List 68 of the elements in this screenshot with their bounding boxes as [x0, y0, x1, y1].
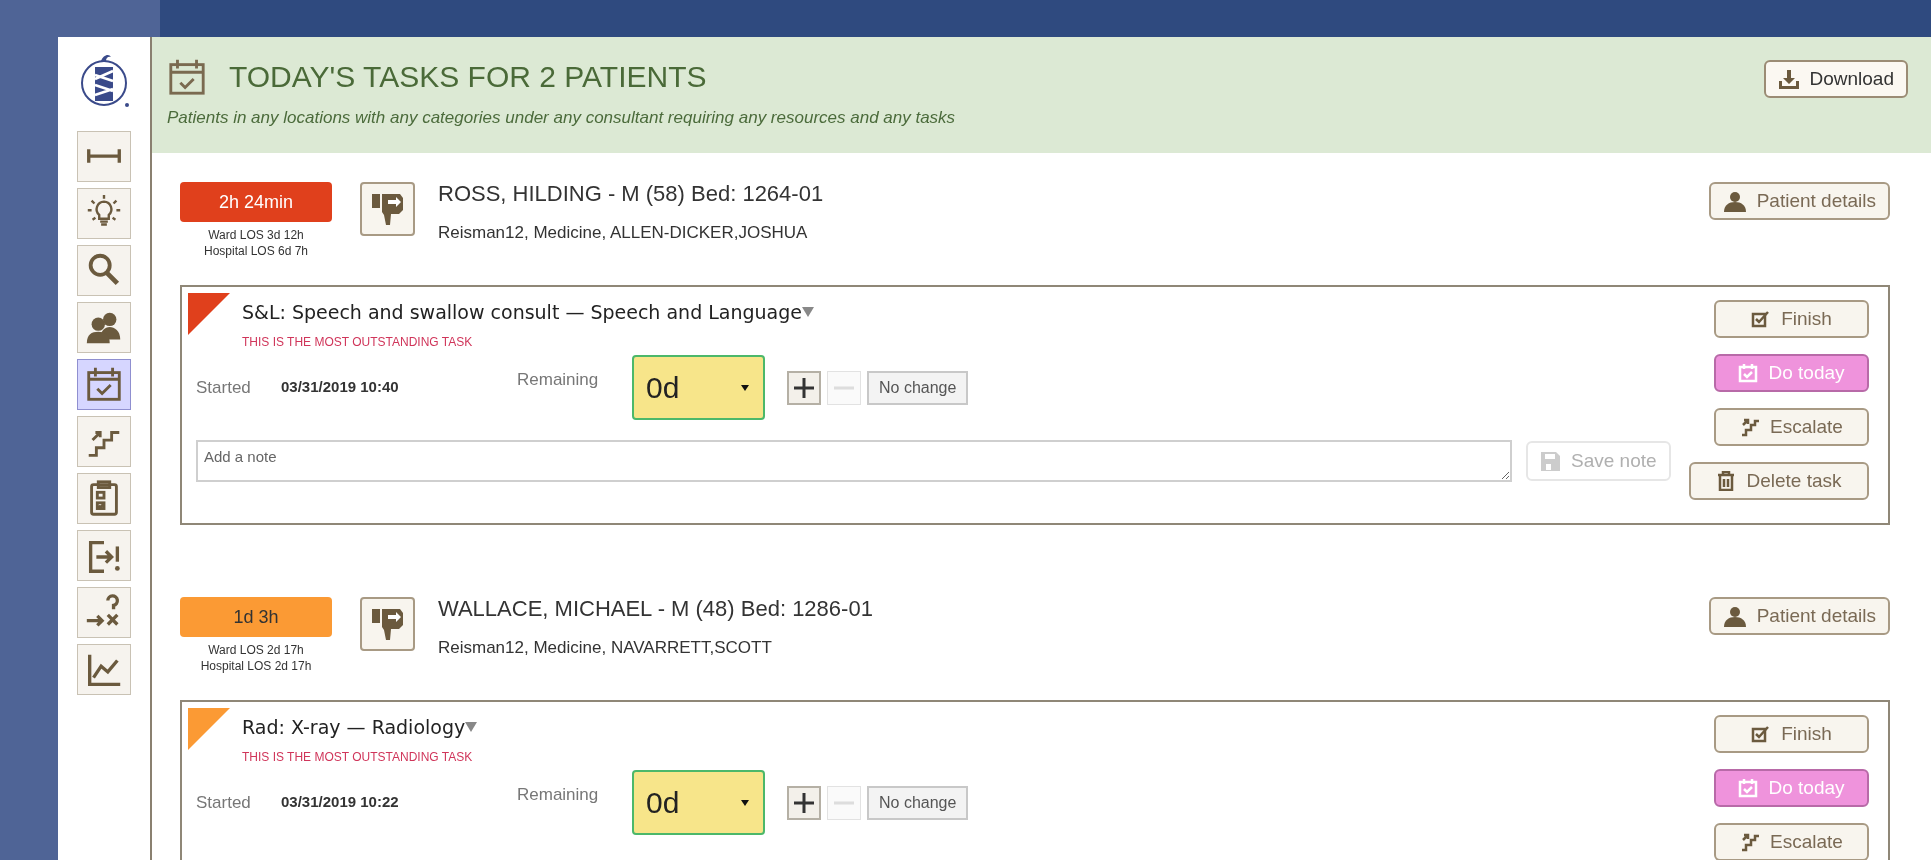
remaining-label: Remaining [517, 784, 600, 806]
patient-name: WALLACE, MICHAEL - M (48) Bed: 1286-01 [438, 595, 873, 623]
remaining-select[interactable]: 0d [632, 355, 765, 420]
thumbs-down-button[interactable] [360, 182, 415, 236]
plus-button[interactable] [787, 370, 821, 405]
plus-button[interactable] [787, 785, 821, 820]
escalate-button[interactable]: Escalate [1714, 408, 1869, 446]
patient-details: Reisman12, Medicine, ALLEN-DICKER,JOSHUA [438, 222, 809, 244]
outstanding-notice: THIS IS THE MOST OUTSTANDING TASK [242, 749, 474, 766]
ward-los: Ward LOS 3d 12h [208, 227, 304, 243]
calendar-check-icon [167, 57, 207, 97]
sidebar-button[interactable] [77, 530, 131, 581]
sidebar-button[interactable] [77, 416, 131, 467]
stairs-icon [1740, 832, 1761, 852]
started-label: Started [196, 376, 252, 399]
started-label: Started [196, 791, 252, 814]
checkbox-icon [1751, 309, 1772, 329]
caret-icon [741, 799, 749, 806]
sidebar-button[interactable] [77, 131, 131, 182]
task-title: S&L: Speech and swallow consult — Speech and Language [242, 300, 802, 325]
sidebar-button[interactable] [77, 188, 131, 239]
remaining-label: Remaining [517, 369, 600, 391]
sidebar-button[interactable] [77, 245, 131, 296]
task-title: Rad: X-ray — Radiology [242, 715, 466, 740]
no-change-button[interactable]: No change [867, 370, 969, 405]
person-icon [1722, 190, 1747, 212]
stairs-icon [1740, 417, 1761, 437]
note-field[interactable]: Add a note [196, 440, 1512, 482]
plus-icon [793, 791, 815, 814]
patient-details-button[interactable]: Patient details [1708, 597, 1890, 635]
page-subtitle: Patients in any locations with any categories under any consultant requiring any resources and any tasks [167, 107, 957, 129]
checkbox-icon [1751, 724, 1772, 744]
thumbs-down-button[interactable] [360, 597, 415, 651]
caret-icon [741, 384, 749, 391]
download-button[interactable]: Download [1763, 60, 1908, 98]
started-date: 03/31/2019 10:22 [281, 792, 400, 813]
finish-button[interactable]: Finish [1714, 300, 1869, 338]
los-badge: 2h 24min [180, 182, 332, 222]
patient-details-button[interactable]: Patient details [1708, 182, 1890, 220]
remaining-select[interactable]: 0d [632, 770, 765, 835]
sidebar-button[interactable] [77, 302, 131, 353]
minus-icon [833, 799, 855, 806]
plus-icon [793, 376, 815, 399]
minus-icon [833, 384, 855, 391]
page-title: TODAY'S TASKS FOR 2 PATIENTS [229, 59, 707, 95]
ward-los: Ward LOS 2d 17h [208, 642, 304, 658]
hospital-los: Hospital LOS 2d 17h [200, 658, 312, 674]
sidebar-button[interactable] [77, 587, 131, 638]
caret-icon [465, 722, 478, 732]
trash-icon [1716, 471, 1737, 491]
finish-button[interactable]: Finish [1714, 715, 1869, 753]
patient-name: ROSS, HILDING - M (58) Bed: 1264-01 [438, 180, 824, 208]
los-badge: 1d 3h [180, 597, 332, 637]
started-date: 03/31/2019 10:40 [281, 377, 400, 398]
no-change-button[interactable]: No change [867, 785, 969, 820]
outstanding-notice: THIS IS THE MOST OUTSTANDING TASK [242, 334, 474, 351]
escalate-button[interactable]: Escalate [1714, 823, 1869, 860]
delete-task-button[interactable]: Delete task [1689, 462, 1869, 500]
calendar-check-icon [1738, 363, 1759, 383]
person-icon [1722, 605, 1747, 627]
patient-details: Reisman12, Medicine, NAVARRETT,SCOTT [438, 637, 773, 659]
sidebar-button[interactable] [77, 359, 131, 410]
sidebar-button[interactable] [77, 473, 131, 524]
hospital-los: Hospital LOS 6d 7h [203, 243, 309, 259]
calendar-check-icon [1738, 778, 1759, 798]
sidebar-button[interactable] [77, 644, 131, 695]
caret-icon [802, 307, 814, 317]
download-icon [1777, 68, 1800, 90]
